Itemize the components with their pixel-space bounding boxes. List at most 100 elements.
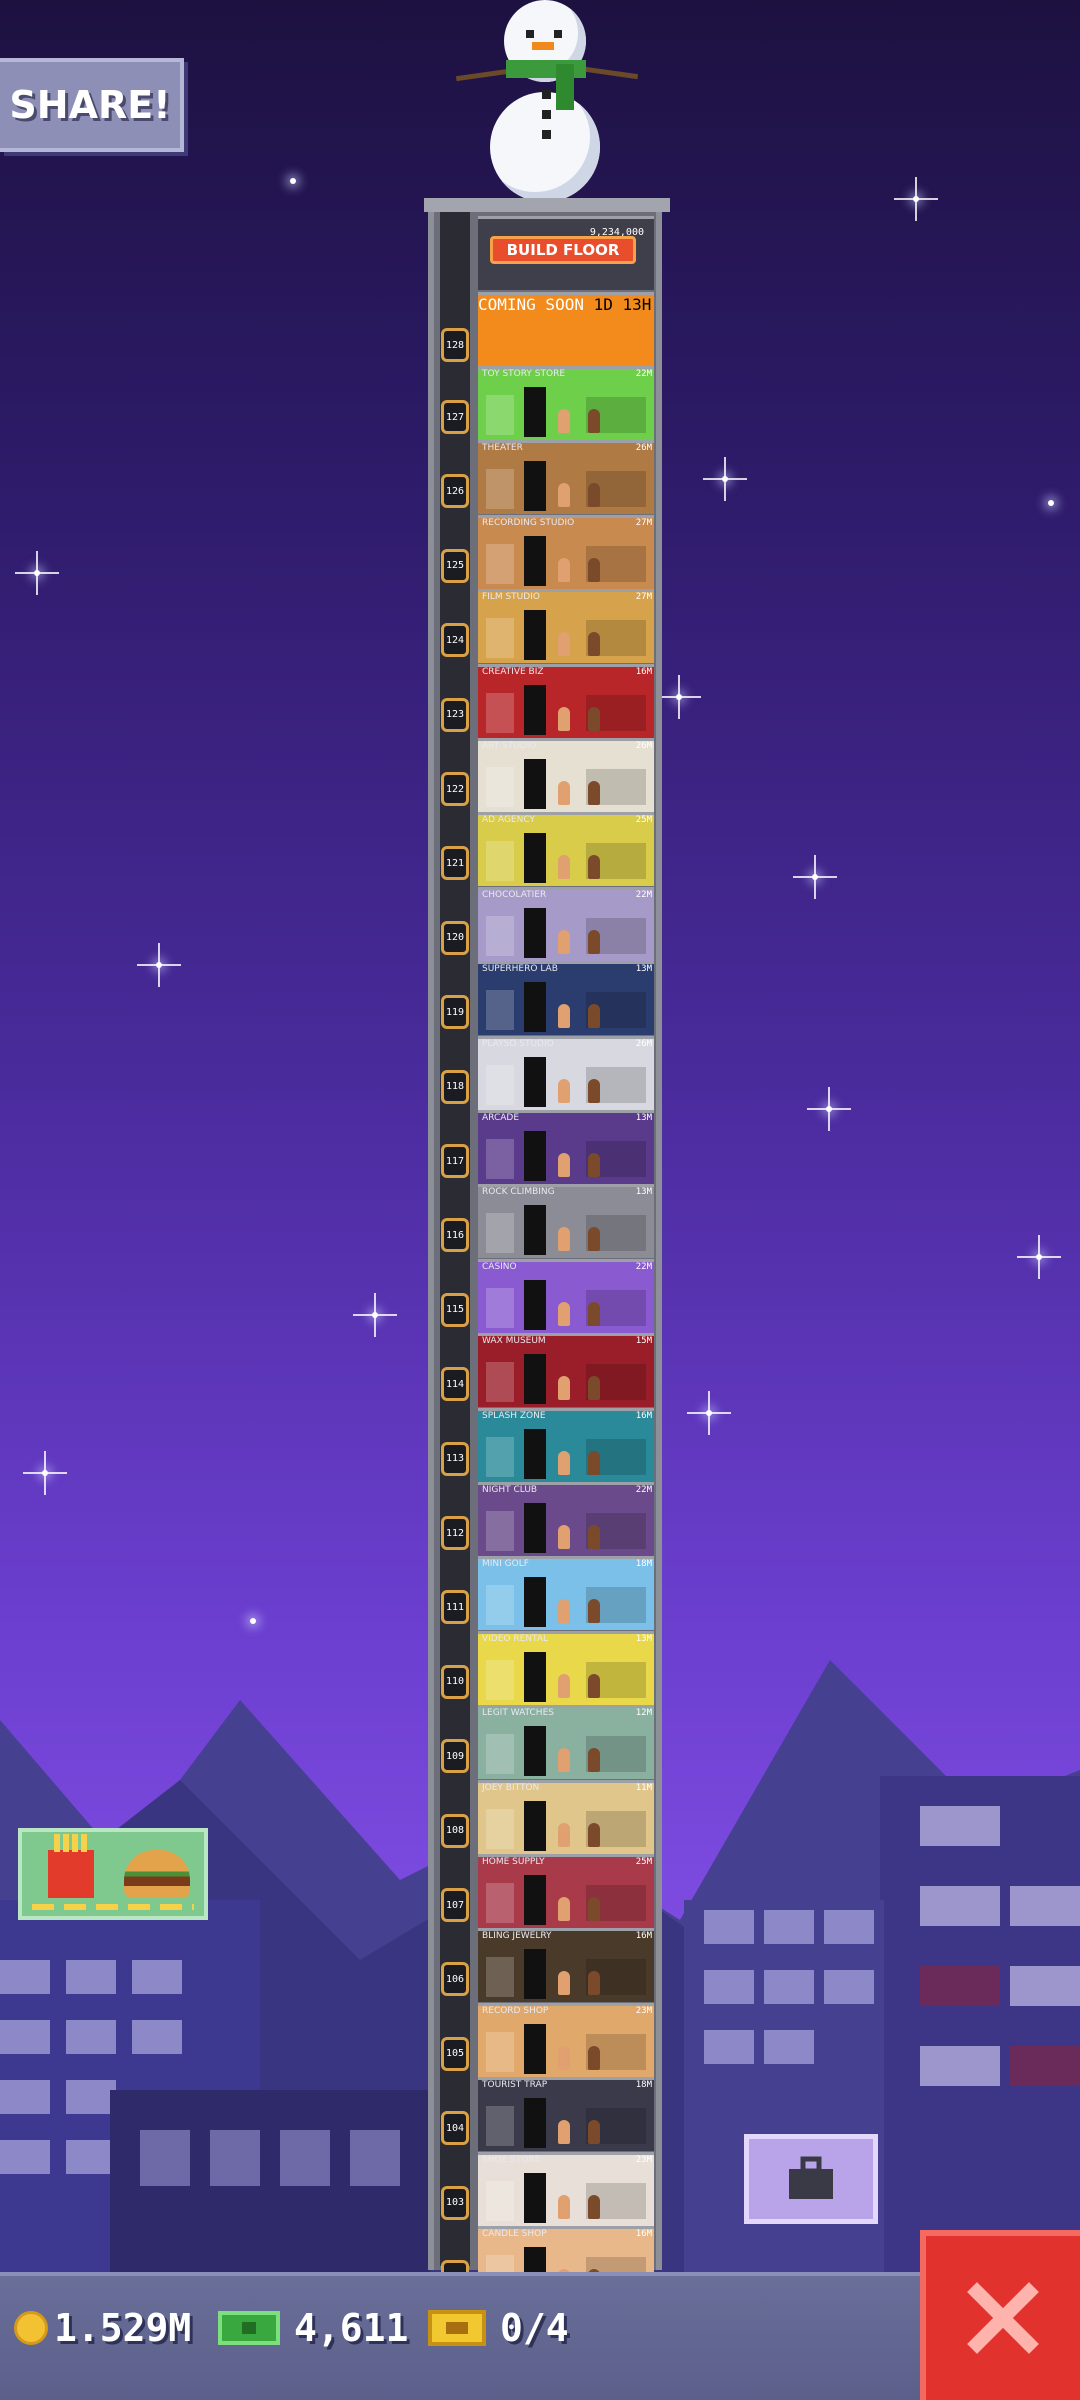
floor-119[interactable]: SUPERHERO LAB 13M	[478, 961, 654, 1036]
bitizen[interactable]	[558, 409, 570, 433]
floor-number-badge[interactable]: 108	[441, 1813, 469, 1848]
bitizen[interactable]	[588, 483, 600, 508]
bitizen[interactable]	[588, 1078, 600, 1103]
bitizen[interactable]	[588, 557, 600, 582]
bitizen[interactable]	[558, 2120, 570, 2145]
bitizen[interactable]	[588, 1971, 600, 1996]
floor-number-badge[interactable]: 128	[441, 328, 469, 362]
floor-113[interactable]: SPLASH ZONE 16M	[478, 1407, 654, 1482]
tower[interactable]: 9,234,000 BUILD FLOOR COMING SOON 1D 13H…	[424, 198, 670, 2300]
floor-106[interactable]: BLING JEWELRY 16M	[478, 1928, 654, 2003]
floor-122[interactable]: ART STUDIO 26M	[478, 738, 654, 812]
bitizen[interactable]	[588, 1376, 600, 1401]
bitizen[interactable]	[588, 1004, 600, 1029]
bitizen[interactable]	[588, 1525, 600, 1549]
bitizen[interactable]	[588, 1301, 600, 1326]
bitizen[interactable]	[558, 1450, 570, 1475]
floor-number-badge[interactable]: 115	[441, 1292, 469, 1327]
floor-number-badge[interactable]: 111	[441, 1590, 469, 1625]
bitizen[interactable]	[558, 1153, 570, 1177]
tickets-counter[interactable]: 0/4	[428, 2306, 569, 2350]
floor-109[interactable]: LEGIT WATCHES 12M	[478, 1705, 654, 1780]
floor-117[interactable]: ARCADE 13M	[478, 1110, 654, 1184]
bitizen[interactable]	[558, 1822, 570, 1847]
food-billboard[interactable]	[18, 1828, 208, 1920]
share-button[interactable]: SHARE!	[0, 58, 184, 152]
bux-counter[interactable]: 4,611	[218, 2306, 408, 2350]
floor-number-badge[interactable]: 107	[441, 1888, 469, 1922]
bitizen[interactable]	[588, 409, 600, 433]
coming-soon-floor[interactable]: COMING SOON 1D 13H	[478, 292, 654, 366]
floor-number-badge[interactable]: 123	[441, 697, 469, 732]
bitizen[interactable]	[588, 929, 600, 954]
floor-115[interactable]: CASINO 22M	[478, 1258, 654, 1333]
floor-120[interactable]: CHOCOLATIER 22M	[478, 886, 654, 961]
bitizen[interactable]	[588, 632, 600, 657]
floor-126[interactable]: THEATER 26M	[478, 440, 654, 515]
bitizen[interactable]	[588, 1153, 600, 1177]
bitizen[interactable]	[558, 855, 570, 880]
floor-111[interactable]: MINI GOLF 18M	[478, 1556, 654, 1631]
floor-108[interactable]: JOEY BITTON 11M	[478, 1779, 654, 1854]
floor-number-badge[interactable]: 119	[441, 995, 469, 1030]
bitizen[interactable]	[558, 781, 570, 805]
bitizen[interactable]	[588, 1227, 600, 1252]
floor-number-badge[interactable]: 118	[441, 1069, 469, 1104]
bitbook-button[interactable]	[744, 2134, 878, 2224]
bitizen[interactable]	[588, 2045, 600, 2070]
bitizen[interactable]	[558, 1376, 570, 1401]
bitizen[interactable]	[588, 1673, 600, 1698]
bitizen[interactable]	[588, 706, 600, 731]
build-floor-button[interactable]: BUILD FLOOR	[490, 236, 636, 264]
floor-105[interactable]: RECORD SHOP 23M	[478, 2002, 654, 2077]
floor-103[interactable]: SHOE STORE 23M	[478, 2151, 654, 2226]
bitizen[interactable]	[588, 1748, 600, 1773]
bitizen[interactable]	[558, 1004, 570, 1029]
close-button[interactable]	[920, 2230, 1080, 2400]
floor-104[interactable]: TOURIST TRAP 18M	[478, 2077, 654, 2152]
floor-number-badge[interactable]: 106	[441, 1962, 469, 1997]
floor-116[interactable]: ROCK CLIMBING 13M	[478, 1184, 654, 1259]
floor-number-badge[interactable]: 120	[441, 920, 469, 955]
floor-110[interactable]: VIDEO RENTAL 13M	[478, 1630, 654, 1705]
floor-114[interactable]: WAX MUSEUM 15M	[478, 1333, 654, 1408]
bitizen[interactable]	[588, 1450, 600, 1475]
floor-number-badge[interactable]: 124	[441, 623, 469, 658]
bitizen[interactable]	[588, 1599, 600, 1624]
bitizen[interactable]	[558, 1897, 570, 1921]
floor-118[interactable]: PLAYSO STUDIO 26M	[478, 1035, 654, 1110]
bitizen[interactable]	[588, 781, 600, 805]
floor-number-badge[interactable]: 121	[441, 846, 469, 881]
bitizen[interactable]	[588, 1822, 600, 1847]
bitizen[interactable]	[588, 2120, 600, 2145]
bitizen[interactable]	[588, 2194, 600, 2219]
floor-121[interactable]: AD AGENCY 25M	[478, 812, 654, 887]
bitizen[interactable]	[588, 1897, 600, 1921]
bitizen[interactable]	[558, 1301, 570, 1326]
floor-number-badge[interactable]: 117	[441, 1144, 469, 1178]
bitizen[interactable]	[558, 1971, 570, 1996]
floor-number-badge[interactable]: 114	[441, 1367, 469, 1402]
floor-127[interactable]: TOY STORY STORE 22M	[478, 366, 654, 440]
floor-number-badge[interactable]: 110	[441, 1664, 469, 1699]
floor-number-badge[interactable]: 113	[441, 1441, 469, 1476]
floor-number-badge[interactable]: 112	[441, 1516, 469, 1550]
floor-number-badge[interactable]: 127	[441, 400, 469, 434]
bitizen[interactable]	[558, 632, 570, 657]
floor-number-badge[interactable]: 104	[441, 2111, 469, 2146]
floor-107[interactable]: HOME SUPPLY 25M	[478, 1854, 654, 1928]
bitizen[interactable]	[558, 1748, 570, 1773]
floor-number-badge[interactable]: 122	[441, 772, 469, 806]
floor-number-badge[interactable]: 116	[441, 1218, 469, 1253]
bitizen[interactable]	[558, 483, 570, 508]
bitizen[interactable]	[558, 1078, 570, 1103]
floor-number-badge[interactable]: 103	[441, 2185, 469, 2220]
floor-number-badge[interactable]: 105	[441, 2036, 469, 2071]
bitizen[interactable]	[558, 929, 570, 954]
bitizen[interactable]	[558, 1227, 570, 1252]
floor-123[interactable]: CREATIVE BIZ 16M	[478, 663, 654, 738]
floor-number-badge[interactable]: 125	[441, 548, 469, 583]
bitizen[interactable]	[588, 855, 600, 880]
floor-125[interactable]: RECORDING STUDIO 27M	[478, 514, 654, 589]
floor-124[interactable]: FILM STUDIO 27M	[478, 589, 654, 664]
